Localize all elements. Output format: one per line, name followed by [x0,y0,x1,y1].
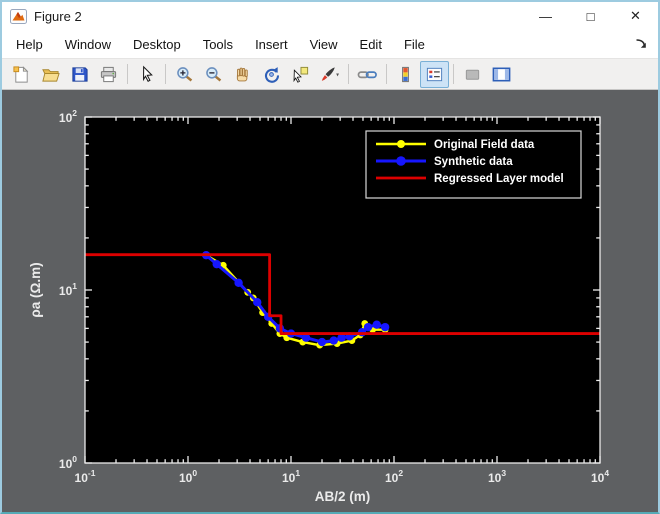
matlab-figure-icon [10,9,27,24]
series-marker [318,338,326,346]
toolbar [2,58,658,90]
rotate-3d-button[interactable] [257,61,286,88]
menu-item-view[interactable]: View [299,33,349,56]
maximize-button[interactable]: □ [568,2,613,30]
pan-hand-icon [233,65,252,84]
brush-icon [318,65,341,84]
x-tick-label: 100 [179,468,197,485]
figure-window: Figure 2 — □ ✕ HelpWindowDesktopToolsIns… [0,0,660,514]
x-tick-label: 10-1 [75,468,96,485]
series-marker [213,260,221,268]
toolbar-separator [386,64,387,84]
legend-marker-sample [397,140,405,148]
toolbar-separator [453,64,454,84]
y-axis-label: ρa (Ω.m) [28,262,43,317]
hide-plot-tools-icon [463,65,482,84]
zoom-in-button[interactable] [170,61,199,88]
data-cursor-icon [291,65,310,84]
x-axis-label: AB/2 (m) [315,489,371,504]
insert-colorbar-icon [396,65,415,84]
zoom-out-button[interactable] [199,61,228,88]
menu-item-help[interactable]: Help [5,33,54,56]
y-tick-label: 101 [59,281,77,298]
data-cursor-button[interactable] [286,61,315,88]
legend-marker-sample [396,156,406,166]
close-button[interactable]: ✕ [613,2,658,30]
toolbar-separator [127,64,128,84]
hide-plot-tools-button[interactable] [458,61,487,88]
brush-data-button[interactable] [315,61,344,88]
window-title: Figure 2 [34,9,82,24]
menu-item-window[interactable]: Window [54,33,122,56]
menu-item-tools[interactable]: Tools [192,33,244,56]
link-plot-icon [357,65,378,84]
legend[interactable]: Original Field data Synthetic data Regress… [366,131,581,198]
insert-colorbar-button[interactable] [391,61,420,88]
x-tick-label: 103 [488,468,506,485]
x-tick-label: 101 [282,468,300,485]
edit-plot-button[interactable] [132,61,161,88]
save-figure-button[interactable] [65,61,94,88]
series-marker [253,298,261,306]
figure-canvas: 10-1100101102103104100101102AB/2 (m)ρa (… [2,90,658,512]
new-figure-icon [12,65,31,84]
print-figure-button[interactable] [94,61,123,88]
rotate-3d-icon [262,65,281,84]
menu-item-desktop[interactable]: Desktop [122,33,192,56]
series-marker [364,323,372,331]
pan-button[interactable] [228,61,257,88]
menu-item-file[interactable]: File [393,33,436,56]
insert-legend-button[interactable] [420,61,449,88]
y-tick-label: 100 [59,454,77,471]
x-tick-label: 104 [591,468,609,485]
link-plot-button[interactable] [353,61,382,88]
open-file-button[interactable] [36,61,65,88]
printer-icon [99,65,118,84]
legend-label: Synthetic data [434,156,513,168]
dock-figure-arrow-icon[interactable] [634,37,648,51]
edit-plot-arrow-icon [137,65,156,84]
menu-bar: HelpWindowDesktopToolsInsertViewEditFile [2,30,658,58]
show-plot-tools-dock-button[interactable] [487,61,516,88]
open-folder-icon [41,65,60,84]
zoom-in-icon [175,65,194,84]
series-marker [381,323,389,331]
toolbar-separator [165,64,166,84]
zoom-out-icon [204,65,223,84]
series-marker [373,321,381,329]
insert-legend-icon [425,65,444,84]
y-tick-label: 102 [59,108,77,125]
minimize-button[interactable]: — [523,2,568,30]
series-marker [234,279,242,287]
legend-label: Regressed Layer model [434,173,564,185]
plot-axes[interactable]: 10-1100101102103104100101102AB/2 (m)ρa (… [2,90,658,512]
x-tick-label: 102 [385,468,403,485]
new-figure-button[interactable] [7,61,36,88]
window-controls: — □ ✕ [523,2,658,30]
toolbar-separator [348,64,349,84]
save-floppy-icon [70,65,89,84]
show-plot-tools-dock-icon [491,65,512,84]
title-bar: Figure 2 — □ ✕ [2,2,658,30]
menu-item-insert[interactable]: Insert [244,33,299,56]
series-marker [330,336,338,344]
legend-label: Original Field data [434,139,535,151]
menu-item-edit[interactable]: Edit [349,33,393,56]
